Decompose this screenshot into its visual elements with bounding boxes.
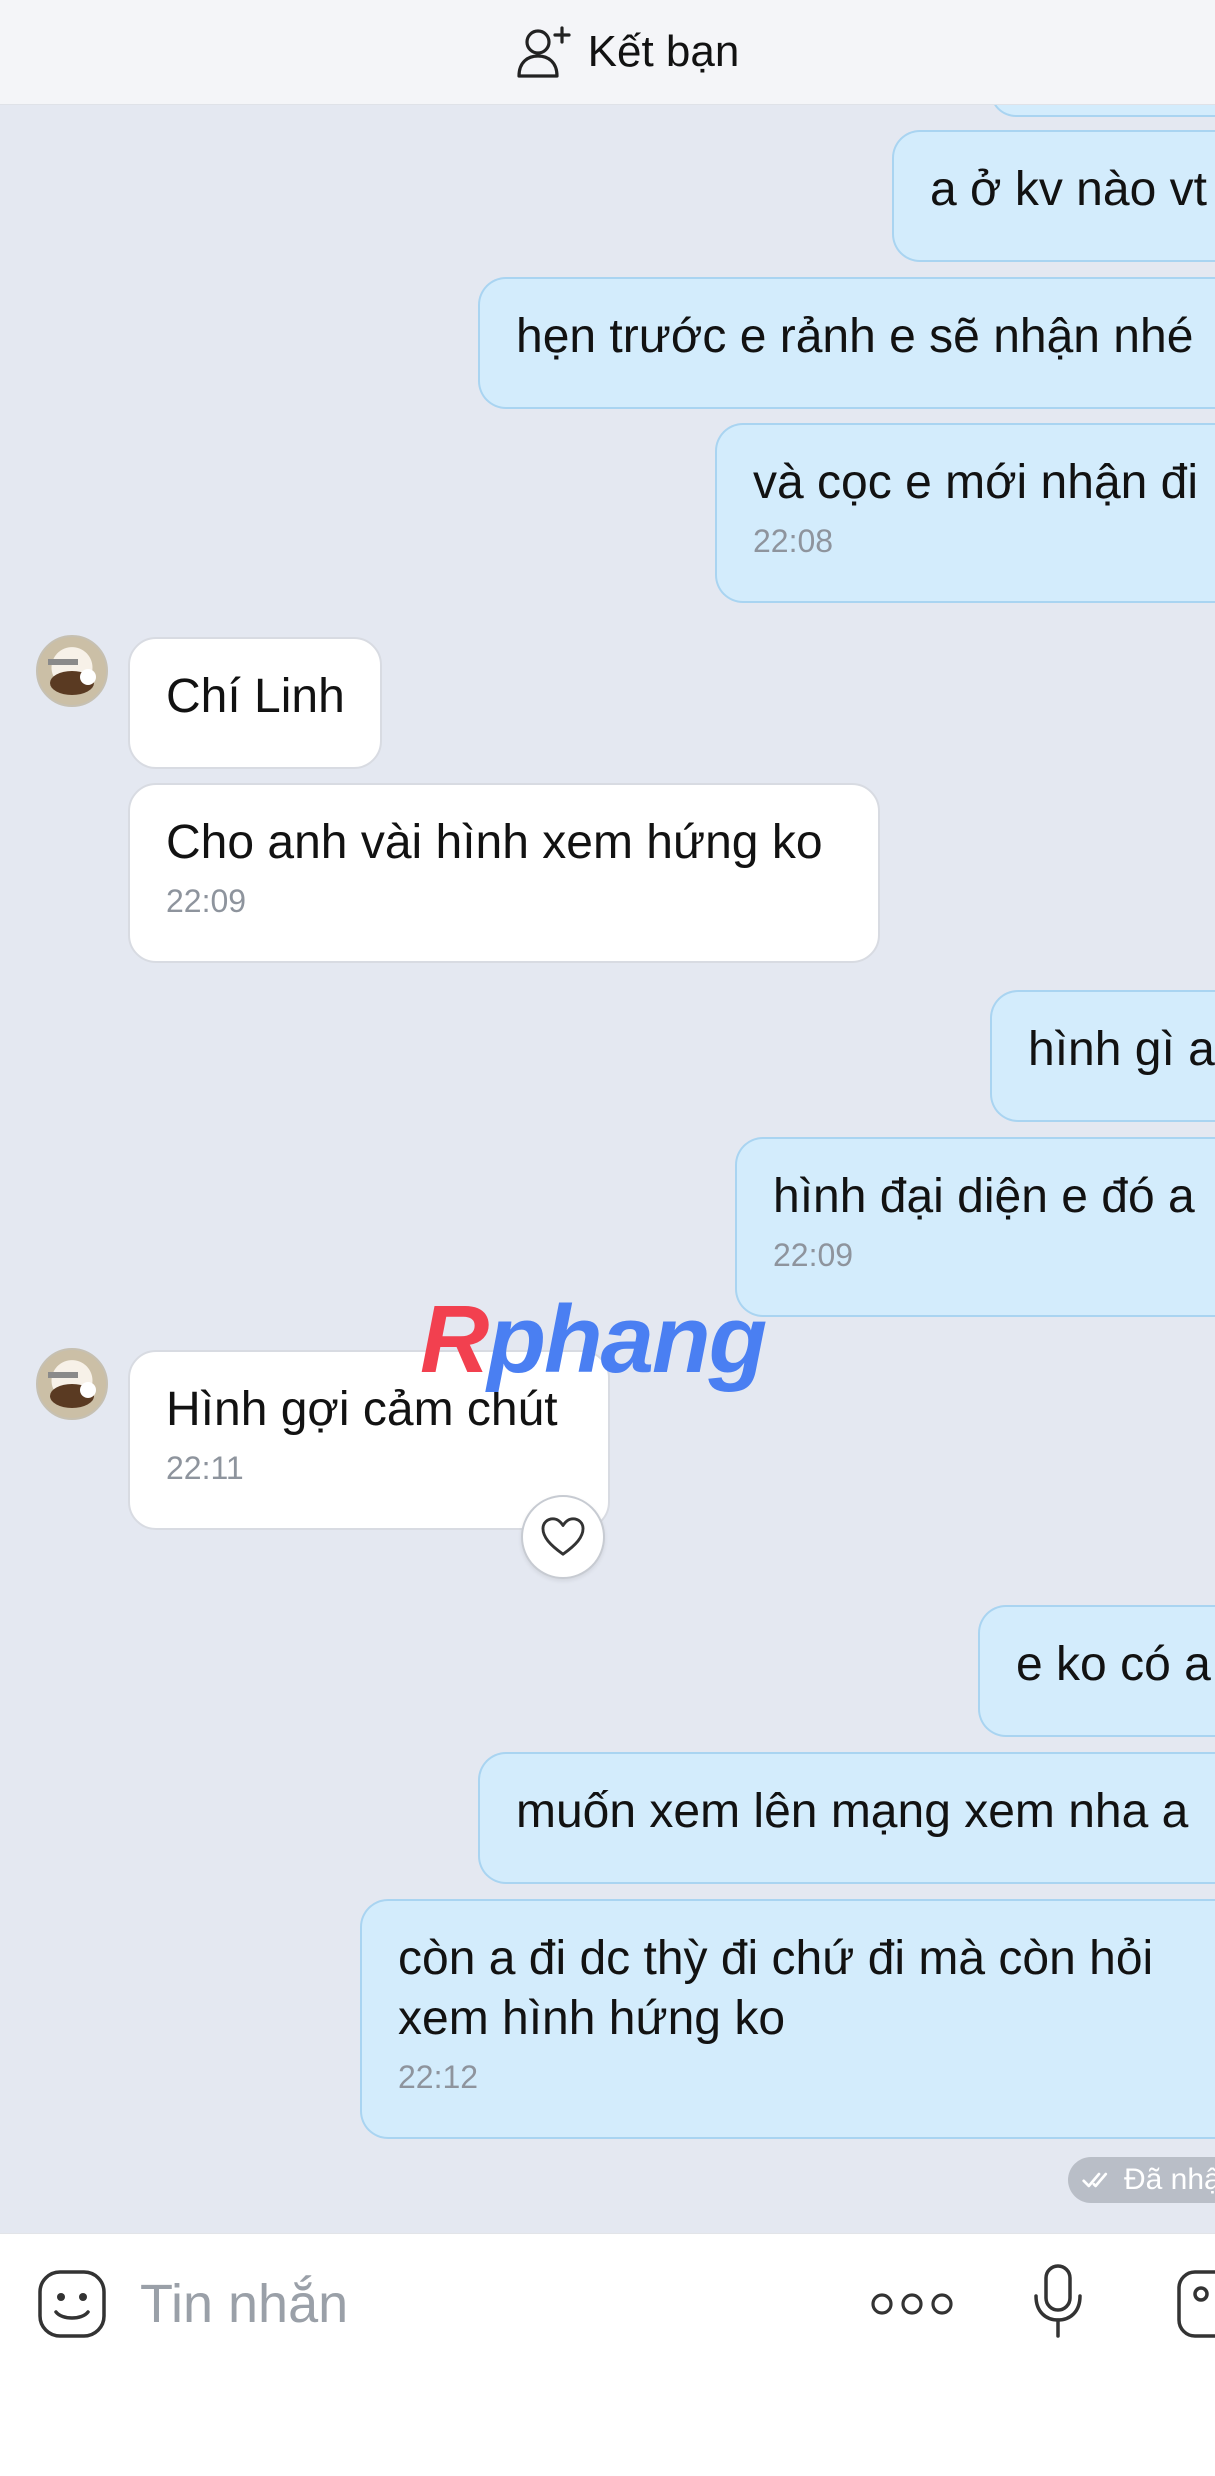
avatar[interactable] — [36, 635, 108, 707]
message-bubble-outgoing[interactable]: a ở kv nào vt — [892, 130, 1215, 262]
message-bubble-outgoing[interactable]: hẹn trước e rảnh e sẽ nhận nhé — [478, 277, 1215, 409]
watermark-part: R — [420, 1286, 489, 1393]
message-bubble-partial[interactable] — [990, 105, 1215, 117]
message-text: e ko có a — [1016, 1638, 1211, 1691]
message-bubble-incoming[interactable]: Chí Linh — [128, 637, 382, 769]
message-text: Cho anh vài hình xem hứng ko — [166, 816, 823, 869]
chat-messages[interactable]: a ở kv nào vt hẹn trước e rảnh e sẽ nhận… — [0, 105, 1215, 2233]
message-text: và cọc e mới nhận đi — [753, 456, 1199, 509]
message-bubble-outgoing[interactable]: còn a đi dc thỳ đi chứ đi mà còn hỏi xem… — [360, 1899, 1215, 2139]
heart-reaction-button[interactable] — [521, 1495, 605, 1579]
message-time: 22:09 — [166, 883, 247, 919]
seen-label: Đã nhận — [1124, 2163, 1215, 2196]
message-bubble-outgoing[interactable]: hình gì a — [990, 990, 1215, 1122]
message-text: muốn xem lên mạng xem nha a — [516, 1785, 1189, 1838]
message-bubble-outgoing[interactable]: muốn xem lên mạng xem nha a — [478, 1752, 1215, 1884]
double-check-icon — [1082, 2172, 1108, 2188]
message-text: hẹn trước e rảnh e sẽ nhận nhé — [516, 310, 1194, 363]
message-text: a ở kv nào vt — [930, 163, 1207, 216]
message-time: 22:12 — [398, 2059, 479, 2095]
message-time: 22:08 — [753, 523, 834, 559]
message-text: hình gì a — [1028, 1023, 1215, 1076]
watermark-logo: Rphang — [420, 1285, 767, 1395]
image-icon[interactable] — [1175, 2268, 1215, 2340]
message-bubble-outgoing[interactable]: e ko có a — [978, 1605, 1215, 1737]
message-text: Chí Linh — [166, 670, 345, 723]
heart-icon — [541, 1517, 585, 1556]
microphone-icon[interactable] — [1030, 2262, 1086, 2342]
watermark-part: phang — [487, 1286, 767, 1393]
emoji-icon[interactable] — [36, 2268, 108, 2340]
message-time: 22:09 — [773, 1237, 854, 1273]
message-input[interactable] — [140, 2264, 820, 2344]
more-icon[interactable] — [870, 2284, 954, 2324]
message-text-line: còn a đi dc thỳ đi chứ đi mà còn hỏi — [398, 1932, 1154, 1985]
message-bubble-outgoing[interactable]: hình đại diện e đó a 22:09 — [735, 1137, 1215, 1317]
add-friend-button[interactable]: Kết bạn — [516, 24, 740, 80]
add-friend-label: Kết bạn — [587, 27, 740, 76]
message-text: hình đại diện e đó a — [773, 1170, 1195, 1223]
message-bubble-incoming[interactable]: Cho anh vài hình xem hứng ko 22:09 — [128, 783, 880, 963]
person-plus-icon — [517, 26, 571, 78]
seen-status-badge: Đã nhận — [1068, 2157, 1215, 2203]
avatar[interactable] — [36, 1348, 108, 1420]
message-text-line: xem hình hứng ko — [398, 1992, 786, 2045]
message-input-bar — [0, 2233, 1215, 2476]
top-bar: Kết bạn — [0, 0, 1215, 105]
message-time: 22:11 — [166, 1450, 244, 1486]
message-bubble-outgoing[interactable]: và cọc e mới nhận đi 22:08 — [715, 423, 1215, 603]
